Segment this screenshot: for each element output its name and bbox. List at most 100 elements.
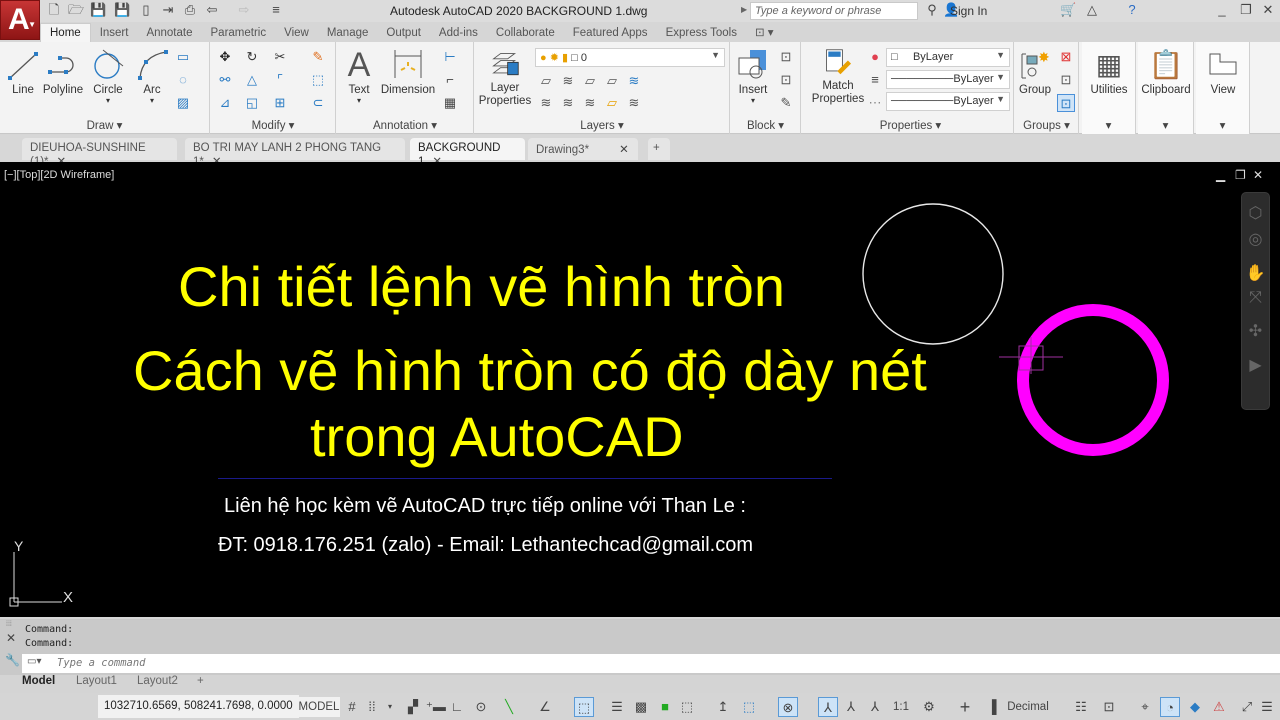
layer-on-icon[interactable]: ≋: [537, 94, 555, 112]
tab-add-ins[interactable]: Add-ins: [430, 24, 487, 44]
save-icon[interactable]: 💾: [90, 2, 106, 18]
orbit-icon[interactable]: ✣: [1242, 321, 1269, 341]
layer-freeze-icon[interactable]: ▱: [581, 72, 599, 90]
group-selection-icon[interactable]: ⊡: [1057, 94, 1075, 112]
binoculars-icon[interactable]: ⚲: [924, 2, 940, 18]
showmotion-icon[interactable]: ▶: [1242, 355, 1269, 375]
object-snap-icon[interactable]: ⬚: [574, 697, 594, 717]
thick-circle[interactable]: [1017, 304, 1169, 456]
annotation-visibility-icon[interactable]: ⅄: [818, 697, 838, 717]
scale-icon[interactable]: ◱: [243, 94, 261, 112]
ortho-icon[interactable]: ∟: [448, 697, 466, 717]
groups-panel-title[interactable]: Groups ▾: [1015, 118, 1078, 132]
clipboard-button[interactable]: 📋 Clipboard: [1138, 48, 1194, 96]
leader-icon[interactable]: ⌐: [441, 71, 459, 89]
search-expand-icon[interactable]: ▶: [741, 5, 747, 14]
grid-icon[interactable]: #: [343, 697, 361, 717]
edit-attributes-icon[interactable]: ✎: [777, 94, 795, 112]
tab-insert[interactable]: Insert: [91, 24, 138, 44]
transparency-icon[interactable]: ▩: [632, 697, 650, 717]
tab-parametric[interactable]: Parametric: [202, 24, 276, 44]
coordinates-readout[interactable]: 1032710.6569, 508241.7698, 0.0000: [98, 695, 299, 718]
minimize-icon[interactable]: _: [1214, 2, 1230, 18]
layer-properties-button[interactable]: Layer Properties: [477, 50, 533, 108]
close-icon[interactable]: ✕: [1260, 2, 1276, 18]
utilities-button[interactable]: ▦ Utilities: [1082, 48, 1136, 96]
annotation-monitor-icon[interactable]: +: [956, 697, 974, 717]
dynamic-input-icon[interactable]: ⁺▬: [426, 697, 446, 717]
sign-in-button[interactable]: Sign In: [950, 4, 987, 18]
redo-icon[interactable]: ⇨: [236, 2, 252, 18]
doc-tab[interactable]: Drawing3* ✕: [528, 138, 638, 160]
ungroup-icon[interactable]: ⊠: [1057, 48, 1075, 66]
restore-icon[interactable]: ❐: [1238, 2, 1254, 18]
chevron-down-icon[interactable]: ▾: [384, 697, 396, 717]
draw-panel-title[interactable]: Draw ▾: [0, 118, 209, 132]
trim-icon[interactable]: ✂: [271, 48, 289, 66]
snap-icon[interactable]: ⁞⁞: [363, 697, 381, 717]
plot-icon[interactable]: ⎙: [182, 2, 198, 18]
save-web-icon[interactable]: ⇥: [160, 2, 176, 18]
command-prompt-icon[interactable]: ▭▾: [27, 656, 41, 667]
save-as-icon[interactable]: 💾: [114, 2, 130, 18]
cart-icon[interactable]: 🛒: [1060, 2, 1076, 18]
match-properties-button[interactable]: Match Properties: [810, 48, 866, 106]
edit-block-icon[interactable]: ⊡: [777, 71, 795, 89]
table-icon[interactable]: ▦: [441, 94, 459, 112]
application-menu-button[interactable]: A ▼: [0, 0, 40, 40]
ellipse-icon[interactable]: ◌: [174, 71, 192, 89]
isometric-icon[interactable]: ╲: [500, 697, 518, 717]
lock-ui-icon[interactable]: ⊡: [1100, 697, 1118, 717]
layer-lock-icon[interactable]: ▱: [603, 72, 621, 90]
customize-toolbar-icon[interactable]: ≡: [268, 2, 284, 18]
ribbon-toggle-icon[interactable]: ⊡ ▾: [746, 22, 783, 42]
layer-unlock-icon[interactable]: ▱: [603, 94, 621, 112]
arc-button[interactable]: Arc ▾: [136, 48, 168, 105]
rectangle-icon[interactable]: ▭: [174, 48, 192, 66]
mirror-icon[interactable]: △: [243, 71, 261, 89]
annotation-panel-title[interactable]: Annotation ▾: [337, 118, 473, 132]
selection-cycling-icon[interactable]: ■: [656, 697, 674, 717]
units-dropdown[interactable]: Decimal: [1000, 697, 1056, 717]
search-input[interactable]: Type a keyword or phrase: [750, 2, 918, 20]
command-input[interactable]: Type a command: [22, 654, 1280, 673]
customization-menu-icon[interactable]: ☰: [1258, 697, 1276, 717]
open-web-icon[interactable]: ▯: [138, 2, 154, 18]
drag-handle-icon[interactable]: ⁞⁞⁞: [6, 621, 12, 628]
quick-properties-icon[interactable]: ☷: [1072, 697, 1090, 717]
drawing-canvas[interactable]: [−][Top][2D Wireframe] ▁ ❐ ✕ Chi tiết lệ…: [0, 162, 1280, 617]
tab-collaborate[interactable]: Collaborate: [487, 24, 564, 44]
steering-wheel-icon[interactable]: ◎: [1242, 229, 1269, 249]
copy-icon[interactable]: ⚯: [216, 71, 234, 89]
annotation-scale-icon[interactable]: ⅄: [866, 697, 884, 717]
layer-walk-icon[interactable]: ≋: [625, 94, 643, 112]
group-edit-icon[interactable]: ⊡: [1057, 71, 1075, 89]
isolate-objects-icon[interactable]: ⌖: [1136, 697, 1154, 717]
insert-button[interactable]: Insert ▾: [733, 48, 773, 105]
tab-manage[interactable]: Manage: [318, 24, 378, 44]
viewcube-icon[interactable]: ⬡: [1242, 203, 1269, 223]
close-tab-icon[interactable]: ✕: [619, 144, 629, 156]
layer-isolate-icon[interactable]: ≋: [625, 72, 643, 90]
dimension-button[interactable]: Dimension: [379, 48, 437, 96]
hardware-acceleration-icon[interactable]: ◔: [1160, 697, 1180, 717]
viewport-close-icon[interactable]: ✕: [1253, 168, 1263, 182]
create-block-icon[interactable]: ⊡: [777, 48, 795, 66]
a360-icon[interactable]: △: [1084, 2, 1100, 18]
layer-previous-icon[interactable]: ≋: [559, 94, 577, 112]
help-icon[interactable]: ?: [1124, 2, 1140, 18]
doc-tab[interactable]: DIEUHOA-SUNSHINE (1)*✕: [22, 138, 177, 168]
layer-thaw-icon[interactable]: ≋: [581, 94, 599, 112]
autoscale-icon[interactable]: ⅄: [842, 697, 860, 717]
color-dropdown[interactable]: □ ByLayer ▼: [886, 48, 1010, 67]
object-snap-tracking-icon[interactable]: ∠: [536, 697, 554, 717]
stretch-icon[interactable]: ⊿: [216, 94, 234, 112]
linear-dimension-icon[interactable]: ⊢: [441, 48, 459, 66]
gizmo-icon[interactable]: ⊗: [778, 697, 798, 717]
annotation-scale-value[interactable]: 1:1: [886, 697, 916, 717]
modify-panel-title[interactable]: Modify ▾: [211, 118, 335, 132]
circle-button[interactable]: Circle ▾: [90, 48, 126, 105]
tab-layout1[interactable]: Layout1: [76, 675, 117, 687]
text-button[interactable]: A Text ▾: [341, 46, 377, 105]
fullscreen-icon[interactable]: ⤢: [1238, 697, 1256, 717]
